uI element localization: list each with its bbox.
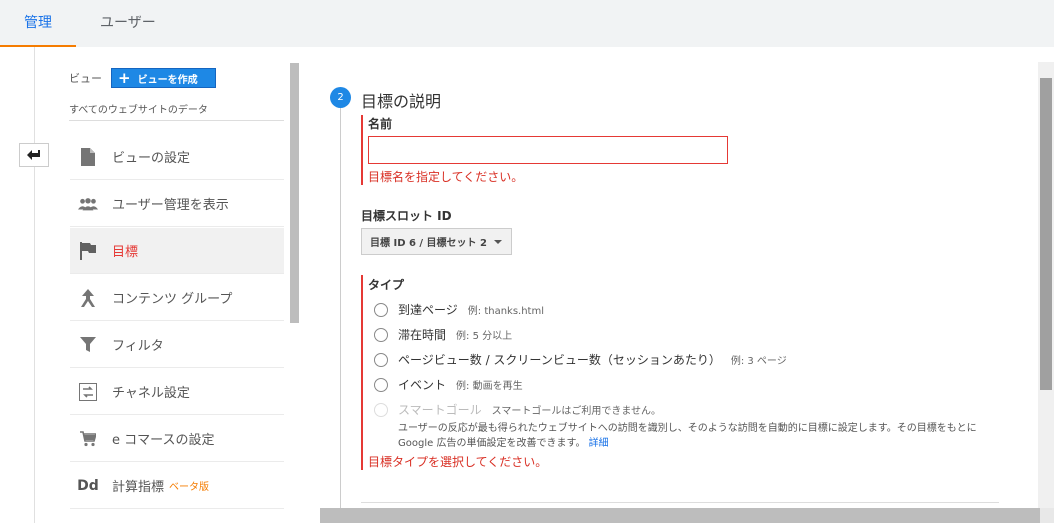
type-option-label: 滞在時間 [398,328,447,342]
sidebar-item-ecommerce[interactable]: e コマースの設定 [70,416,284,462]
type-label: タイプ [368,278,405,292]
section-divider [361,502,999,503]
details-link[interactable]: 詳細 [589,438,609,449]
tab-admin[interactable]: 管理 [0,0,76,47]
name-label: 名前 [368,117,393,131]
back-arrow-icon [26,146,42,165]
create-view-label: ビューを作成 [137,74,198,86]
smart-goal-desc-text: ユーザーの反応が最も得られたウェブサイトへの訪問を識別し、そのような訪問を自動的… [398,423,977,449]
sidebar-scrollbar[interactable] [290,63,299,323]
smart-goal-description: ユーザーの反応が最も得られたウェブサイトへの訪問を識別し、そのような訪問を自動的… [398,421,998,451]
left-rail [34,47,35,523]
view-name[interactable]: すべてのウェブサイトのデータ [69,101,208,116]
main-horizontal-scrollbar[interactable] [320,508,1054,523]
dropdown-caret-icon [494,240,502,244]
beta-badge: ベータ版 [169,482,210,493]
type-option-label: スマートゴール [398,403,482,417]
step-number-badge: 2 [330,87,351,108]
sidebar-item-label: e コマースの設定 [112,433,215,448]
type-option-example: 例: thanks.html [467,306,544,317]
scrollbar-corner [1040,508,1054,523]
cart-icon [78,429,98,449]
slot-label: 目標スロット ID [361,209,452,223]
step-title: 目標の説明 [361,92,442,111]
radio-button[interactable] [374,377,388,392]
sidebar-divider [69,120,284,121]
sidebar-item-label: ユーザー管理を表示 [112,198,229,213]
type-option-example: 例: 3 ページ [730,356,787,367]
sidebar-item-label: フィルタ [112,339,164,354]
type-option-label: 到達ページ [398,303,458,317]
sidebar-item-filters[interactable]: フィルタ [70,322,284,368]
tab-user[interactable]: ユーザー [100,0,156,47]
flag-icon [78,241,98,261]
sidebar-item-label: チャネル設定 [112,386,190,401]
type-option-pages-per-session[interactable]: ページビュー数 / スクリーンビュー数（セッションあたり） 例: 3 ページ [374,351,787,368]
type-option-example: 例: 5 分以上 [456,331,513,342]
collapse-button[interactable] [19,143,49,167]
sidebar-item-goals[interactable]: 目標 [70,228,284,274]
type-option-example: 例: 動画を再生 [456,381,523,392]
sidebar-item-user-management[interactable]: ユーザー管理を表示 [70,181,284,227]
type-error-text: 目標タイプを選択してください。 [368,455,548,469]
sidebar-item-label: 目標 [112,245,139,260]
main-vertical-scroll-thumb[interactable] [1040,78,1052,390]
goal-slot-select[interactable]: 目標 ID 6 / 目標セット 2 [361,228,512,255]
type-option-label: イベント [398,378,447,392]
people-icon [78,194,98,214]
view-label: ビュー [69,72,102,85]
sidebar-item-label: ビューの設定 [112,151,191,166]
sidebar-item-label: 計算指標 [112,480,165,495]
document-icon [78,147,98,167]
sidebar-item-view-settings[interactable]: ビューの設定 [70,134,284,180]
name-error-text: 目標名を指定してください。 [368,170,524,184]
type-option-smart-goal: スマートゴール スマートゴールはご利用できません。 [374,401,661,418]
plus-icon: + [118,68,131,87]
top-tab-bar: 管理 ユーザー [0,0,1054,47]
slot-select-value: 目標 ID 6 / 目標セット 2 [370,238,487,249]
channel-icon [78,382,98,402]
goal-name-input[interactable] [368,136,728,164]
sidebar-item-content-groups[interactable]: コンテンツ グループ [70,275,284,321]
radio-button [374,402,388,417]
type-option-destination[interactable]: 到達ページ 例: thanks.html [374,301,544,318]
content-group-icon [78,288,98,308]
type-option-event[interactable]: イベント 例: 動画を再生 [374,376,523,393]
step-connector-line [340,108,341,508]
radio-button[interactable] [374,302,388,317]
type-option-example: スマートゴールはご利用できません。 [491,406,662,417]
sidebar-item-channel-settings[interactable]: チャネル設定 [70,369,284,415]
type-option-duration[interactable]: 滞在時間 例: 5 分以上 [374,326,512,343]
radio-button[interactable] [374,327,388,342]
type-option-label: ページビュー数 / スクリーンビュー数（セッションあたり） [398,353,721,367]
sidebar-item-label: コンテンツ グループ [112,292,233,307]
radio-button[interactable] [374,352,388,367]
create-view-button[interactable]: + ビューを作成 [111,68,216,88]
dd-icon: Dd [77,477,99,494]
sidebar-item-calculated-metrics[interactable]: Dd 計算指標 ベータ版 [70,463,284,509]
type-error-bar [361,275,363,470]
name-error-bar [361,115,363,185]
filter-icon [78,335,98,355]
